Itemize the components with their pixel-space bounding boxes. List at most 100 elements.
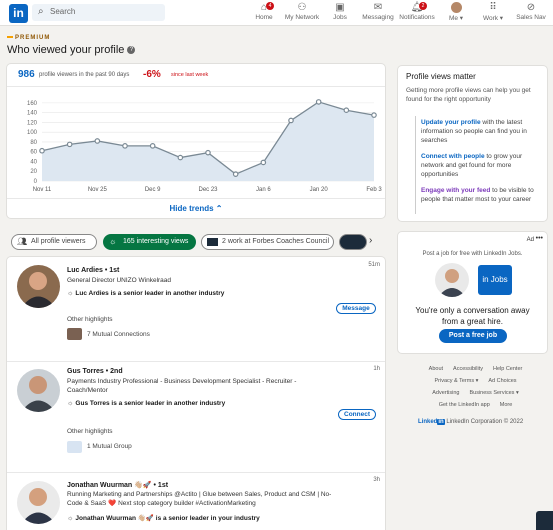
filter-interesting-views[interactable]: ☼ 165 interesting views (103, 234, 196, 250)
tips-description: Getting more profile views can help you … (406, 87, 531, 103)
mutual-avatar (67, 328, 82, 340)
viewer-count-label: profile viewers in the past 90 days (39, 72, 130, 78)
list-item[interactable]: Gus Torres • 2nd Payments Industry Profe… (7, 362, 386, 472)
footer-row: Privacy & Terms ▾ Ad Choices (398, 378, 553, 384)
nav-me[interactable]: Me ▾ (446, 2, 466, 22)
footer-link[interactable]: Advertising (432, 390, 459, 396)
company-logo-icon (207, 238, 218, 246)
viewer-insight: ☼ Gus Torres is a senior leader in anothe… (67, 400, 226, 407)
group-logo-icon (67, 441, 82, 453)
divider (7, 86, 385, 87)
change-percent: -6% (143, 69, 161, 80)
data-point (371, 112, 377, 118)
tips-rule (415, 116, 416, 214)
data-point (343, 107, 350, 114)
ad-card: Ad ••• Post a job for free with LinkedIn… (397, 231, 548, 354)
viewer-name[interactable]: Luc Ardies • 1st (67, 267, 119, 274)
avatar[interactable] (17, 265, 60, 308)
message-button[interactable]: Message (336, 303, 376, 314)
footer-link[interactable]: Accessibility (453, 366, 483, 372)
footer-link[interactable]: About (429, 366, 443, 372)
sparkle-icon: ☼ (109, 237, 117, 246)
x-tick-label: Nov 25 (88, 187, 108, 193)
premium-bar (7, 36, 13, 39)
connect-button[interactable]: Connect (338, 409, 376, 420)
nav-messaging[interactable]: ✉ Messaging (362, 2, 394, 21)
compass-icon: ⊘ (526, 2, 536, 13)
filter-more[interactable] (339, 234, 367, 250)
more-options-icon[interactable]: ••• (536, 235, 543, 242)
data-point (288, 117, 294, 124)
filter-forbes[interactable]: 2 work at Forbes Coaches Council (201, 234, 334, 250)
avatar (450, 2, 462, 13)
nav-messaging-label: Messaging (362, 14, 394, 21)
viewer-name[interactable]: Jonathan Wuurman 👋🏼🚀 • 1st (67, 481, 168, 489)
help-icon[interactable]: ? (127, 46, 136, 55)
premium-label: PREMIUM (7, 35, 50, 41)
tip-update-profile[interactable]: Update your profile with the latest info… (421, 118, 545, 145)
footer-link[interactable]: More (500, 402, 513, 408)
viewer-headline: Running Marketing and Partnerships @Acti… (67, 491, 332, 507)
footer-row: Advertising Business Services ▾ (398, 390, 553, 396)
nav-sales-nav[interactable]: ⊘ Sales Nav (516, 2, 546, 21)
view-time: 51m (368, 262, 380, 268)
mutual-connections[interactable]: 7 Mutual Connections (87, 331, 150, 338)
sparkle-icon: ☼ (67, 515, 74, 522)
viewer-photo (17, 369, 60, 412)
hide-trends-button[interactable]: Hide trends ⌃ (7, 204, 385, 213)
viewer-insight: ☼ Luc Ardies is a senior leader in anothe… (67, 290, 225, 297)
filter-all-viewers[interactable]: 👥︎ All profile viewers (11, 234, 97, 250)
nav-jobs[interactable]: ▣ Jobs (330, 2, 350, 21)
chevron-right-icon[interactable]: › (369, 235, 372, 246)
tips-title: Profile views matter (406, 72, 476, 81)
people-icon: 👥︎ (17, 237, 28, 246)
data-point (66, 141, 73, 148)
viewer-photo (17, 265, 60, 308)
filter-pills: 👥︎ All profile viewers ☼ 165 interesting… (11, 234, 384, 250)
profile-views-tips-card: Profile views matter Getting more profil… (397, 65, 548, 222)
sparkle-icon: ☼ (67, 400, 74, 407)
footer-row: Get the LinkedIn app More (398, 402, 553, 408)
nav-work[interactable]: ⠿ Work ▾ (482, 2, 504, 22)
list-item[interactable]: Jonathan Wuurman 👋🏼🚀 • 1st Running Marke… (7, 473, 386, 530)
avatar[interactable] (17, 369, 60, 412)
viewer-headline: Payments Industry Professional - Busines… (67, 378, 297, 394)
search-input[interactable]: ⌕ Search (32, 4, 165, 21)
notifications-badge: 2 (419, 2, 427, 10)
footer-link[interactable]: Privacy & Terms ▾ (434, 378, 478, 384)
footer-link[interactable]: Ad Choices (488, 378, 516, 384)
footer-link[interactable]: Help Center (493, 366, 522, 372)
avatar[interactable] (17, 481, 60, 524)
data-point (94, 138, 101, 144)
ad-tagline: You're only a conversation away from a g… (415, 306, 530, 326)
nav-sales-nav-label: Sales Nav (516, 14, 546, 21)
other-highlights-label: Other highlights (67, 428, 113, 435)
nav-notifications[interactable]: 🔔︎ 2 Notifications (398, 2, 436, 21)
viewer-name[interactable]: Gus Torres • 2nd (67, 368, 123, 375)
views-trend-chart: 0 20 40 60 80 100 120 140 160 Nov 11 Nov 25 Dec 9 De… (27, 99, 382, 193)
footer-link[interactable]: Business Services ▾ (469, 390, 518, 396)
view-time: 1h (373, 366, 380, 372)
search-icon: ⌕ (38, 6, 44, 17)
tip-engage-feed[interactable]: Engage with your feed to be visible to p… (421, 186, 545, 204)
linkedin-wordmark: Linkedin (418, 419, 445, 425)
top-nav: in ⌕ Search ⌂ 4 Home ⚇ My Network ▣ Jobs… (0, 0, 553, 26)
footer-link[interactable]: Get the LinkedIn app (439, 402, 490, 408)
y-tick-label: 120 (27, 120, 38, 126)
nav-my-network[interactable]: ⚇ My Network (284, 2, 320, 21)
network-icon: ⚇ (297, 2, 307, 13)
viewer-list: Luc Ardies • 1st General Director UNIZO … (6, 256, 386, 530)
mutual-group[interactable]: 1 Mutual Group (87, 443, 132, 450)
list-item[interactable]: Luc Ardies • 1st General Director UNIZO … (7, 257, 386, 361)
data-point (232, 171, 239, 177)
data-point (315, 99, 322, 105)
x-tick-label: Jan 6 (256, 187, 271, 193)
grid-icon: ⠿ (489, 2, 497, 13)
linkedin-logo[interactable]: in (9, 4, 28, 23)
tip-connect-people[interactable]: Connect with people to grow your network… (421, 152, 545, 179)
y-tick-label: 100 (27, 130, 38, 136)
messaging-overlay-avatar[interactable] (536, 511, 553, 530)
nav-home[interactable]: ⌂ 4 Home (254, 2, 274, 21)
post-free-job-button[interactable]: Post a free job (439, 329, 507, 343)
y-tick-label: 0 (34, 179, 38, 185)
